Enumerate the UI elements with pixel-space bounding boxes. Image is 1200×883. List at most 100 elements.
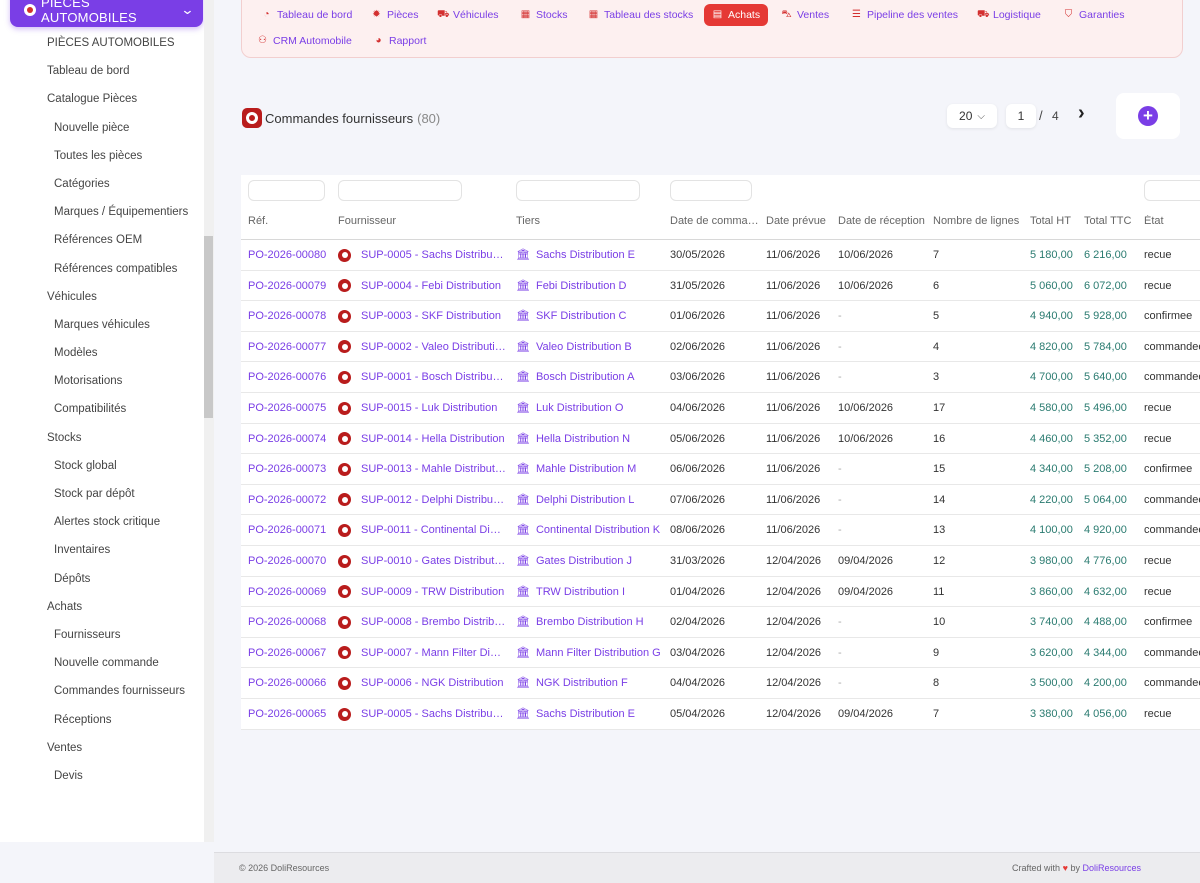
tiers-link[interactable]: 🏛︎ NGK Distribution F <box>516 668 666 698</box>
module-selector[interactable]: PIÈCES AUTOMOBILES ⌄ <box>10 0 203 27</box>
tiers-link[interactable]: 🏛︎ Hella Distribution N <box>516 424 666 454</box>
supplier-link[interactable]: SUP-0012 - Delphi Distribution <box>338 485 506 515</box>
tab-tableau-des-stocks[interactable]: ▦ Tableau des stocks <box>583 4 698 26</box>
order-ref-link[interactable]: PO-2026-00077 <box>248 332 334 362</box>
tiers-link[interactable]: 🏛︎ Mann Filter Distribution G <box>516 638 666 668</box>
filter-status-input[interactable] <box>1144 180 1200 201</box>
sidebar-item-references-oem[interactable]: Références OEM <box>0 226 204 254</box>
sidebar-item-commandes-fournisseurs[interactable]: Commandes fournisseurs <box>0 677 204 705</box>
sidebar-item-toutes-les-pieces[interactable]: Toutes les pièces <box>0 142 204 170</box>
filter-tiers-input[interactable] <box>516 180 640 201</box>
order-ref-link[interactable]: PO-2026-00079 <box>248 271 334 301</box>
sidebar-item-stock-global[interactable]: Stock global <box>0 452 204 480</box>
supplier-link[interactable]: SUP-0013 - Mahle Distribution <box>338 454 506 484</box>
supplier-link[interactable]: SUP-0010 - Gates Distribution <box>338 546 506 576</box>
filter-supplier-input[interactable] <box>338 180 462 201</box>
tiers-link[interactable]: 🏛︎ Brembo Distribution H <box>516 607 666 637</box>
tab-pipeline-des-ventes[interactable]: ☰ Pipeline des ventes <box>846 4 963 26</box>
sidebar-item-inventaires[interactable]: Inventaires <box>0 536 204 564</box>
sidebar-item-depots[interactable]: Dépôts <box>0 565 204 593</box>
supplier-link[interactable]: SUP-0008 - Brembo Distribution <box>338 607 506 637</box>
sidebar-item-vehicules[interactable]: Véhicules <box>0 283 204 311</box>
sidebar-item-pieces-automobiles[interactable]: PIÈCES AUTOMOBILES <box>0 29 204 57</box>
supplier-link[interactable]: SUP-0007 - Mann Filter Distribution <box>338 638 506 668</box>
order-ref-link[interactable]: PO-2026-00068 <box>248 607 334 637</box>
column-header-date-de-reception[interactable]: Date de réception <box>838 215 928 227</box>
column-header-date-de-commande[interactable]: Date de commande <box>670 215 762 227</box>
tab-stocks[interactable]: ▦ Stocks <box>515 4 573 26</box>
sidebar-item-stock-par-depot[interactable]: Stock par dépôt <box>0 480 204 508</box>
supplier-link[interactable]: SUP-0004 - Febi Distribution <box>338 271 506 301</box>
order-ref-link[interactable]: PO-2026-00080 <box>248 240 334 270</box>
sidebar-item-nouvelle-commande[interactable]: Nouvelle commande <box>0 649 204 677</box>
footer-brand-link[interactable]: DoliResources <box>1082 863 1141 873</box>
order-ref-link[interactable]: PO-2026-00075 <box>248 393 334 423</box>
sidebar-item-categories[interactable]: Catégories <box>0 170 204 198</box>
tab-crm-automobile[interactable]: ⚇ CRM Automobile <box>252 30 357 52</box>
sidebar-item-marques-vehicules[interactable]: Marques véhicules <box>0 311 204 339</box>
sidebar-item-nouvelle-piece[interactable]: Nouvelle pièce <box>0 114 204 142</box>
tiers-link[interactable]: 🏛︎ Continental Distribution K <box>516 515 666 545</box>
sidebar-scrollbar[interactable] <box>204 0 214 842</box>
sidebar-item-achats[interactable]: Achats <box>0 593 204 621</box>
supplier-link[interactable]: SUP-0015 - Luk Distribution <box>338 393 506 423</box>
order-ref-link[interactable]: PO-2026-00073 <box>248 454 334 484</box>
tiers-link[interactable]: 🏛︎ Valeo Distribution B <box>516 332 666 362</box>
order-ref-link[interactable]: PO-2026-00066 <box>248 668 334 698</box>
order-ref-link[interactable]: PO-2026-00074 <box>248 424 334 454</box>
column-header-total-ht[interactable]: Total HT <box>1030 215 1080 227</box>
supplier-link[interactable]: SUP-0005 - Sachs Distribution <box>338 240 506 270</box>
tiers-link[interactable]: 🏛︎ Delphi Distribution L <box>516 485 666 515</box>
sidebar-item-compatibilites[interactable]: Compatibilités <box>0 395 204 423</box>
filter-order-date-input[interactable] <box>670 180 752 201</box>
tab-logistique[interactable]: ⛟ Logistique <box>972 4 1046 26</box>
column-header-total-ttc[interactable]: Total TTC <box>1084 215 1140 227</box>
tiers-link[interactable]: 🏛︎ Bosch Distribution A <box>516 362 666 392</box>
order-ref-link[interactable]: PO-2026-00076 <box>248 362 334 392</box>
column-header-fournisseur[interactable]: Fournisseur <box>338 215 498 227</box>
tab-tableau-de-bord[interactable]: ◔ Tableau de bord <box>256 4 357 26</box>
supplier-link[interactable]: SUP-0006 - NGK Distribution <box>338 668 506 698</box>
sidebar-item-tableau-de-bord[interactable]: Tableau de bord <box>0 57 204 85</box>
sidebar-item-fournisseurs[interactable]: Fournisseurs <box>0 621 204 649</box>
sidebar-item-stocks[interactable]: Stocks <box>0 424 204 452</box>
supplier-link[interactable]: SUP-0009 - TRW Distribution <box>338 577 506 607</box>
order-ref-link[interactable]: PO-2026-00070 <box>248 546 334 576</box>
sidebar-item-devis[interactable]: Devis <box>0 762 204 790</box>
sidebar-item-alertes-stock-critique[interactable]: Alertes stock critique <box>0 508 204 536</box>
tab-garanties[interactable]: ⛉ Garanties <box>1058 4 1130 26</box>
order-ref-link[interactable]: PO-2026-00071 <box>248 515 334 545</box>
sidebar-item-references-compatibles[interactable]: Références compatibles <box>0 255 204 283</box>
tiers-link[interactable]: 🏛︎ Sachs Distribution E <box>516 699 666 729</box>
sidebar-item-modeles[interactable]: Modèles <box>0 339 204 367</box>
supplier-link[interactable]: SUP-0005 - Sachs Distribution <box>338 699 506 729</box>
tab-ventes[interactable]: ⛍ Ventes <box>776 4 834 26</box>
sidebar-scrollbar-thumb[interactable] <box>204 236 213 418</box>
supplier-link[interactable]: SUP-0003 - SKF Distribution <box>338 301 506 331</box>
tiers-link[interactable]: 🏛︎ Luk Distribution O <box>516 393 666 423</box>
order-ref-link[interactable]: PO-2026-00078 <box>248 301 334 331</box>
sidebar-item-motorisations[interactable]: Motorisations <box>0 367 204 395</box>
supplier-link[interactable]: SUP-0014 - Hella Distribution <box>338 424 506 454</box>
per-page-select[interactable]: 20 ⌵ <box>947 104 997 128</box>
next-page-icon[interactable]: › <box>1078 102 1085 125</box>
filter-ref-input[interactable] <box>248 180 325 201</box>
column-header-etat[interactable]: État <box>1144 215 1194 227</box>
column-header-tiers[interactable]: Tiers <box>516 215 656 227</box>
page-number-input[interactable]: 1 <box>1006 104 1036 128</box>
order-ref-link[interactable]: PO-2026-00072 <box>248 485 334 515</box>
tab-rapport[interactable]: ◕ Rapport <box>368 30 431 52</box>
sidebar-item-catalogue-pieces[interactable]: Catalogue Pièces <box>0 85 204 113</box>
sidebar-item-marques-equipementiers[interactable]: Marques / Équipementiers <box>0 198 204 226</box>
order-ref-link[interactable]: PO-2026-00067 <box>248 638 334 668</box>
new-order-button[interactable]: + <box>1116 93 1180 139</box>
sidebar-item-receptions[interactable]: Réceptions <box>0 706 204 734</box>
tab-vehicules[interactable]: ⛟ Véhicules <box>432 4 504 26</box>
column-header-date-prevue[interactable]: Date prévue <box>766 215 834 227</box>
supplier-link[interactable]: SUP-0002 - Valeo Distribution <box>338 332 506 362</box>
column-header-nombre-de-lignes[interactable]: Nombre de lignes <box>933 215 1023 227</box>
tiers-link[interactable]: 🏛︎ Sachs Distribution E <box>516 240 666 270</box>
tiers-link[interactable]: 🏛︎ Gates Distribution J <box>516 546 666 576</box>
tab-achats[interactable]: ▤ Achats <box>704 4 769 26</box>
tiers-link[interactable]: 🏛︎ SKF Distribution C <box>516 301 666 331</box>
